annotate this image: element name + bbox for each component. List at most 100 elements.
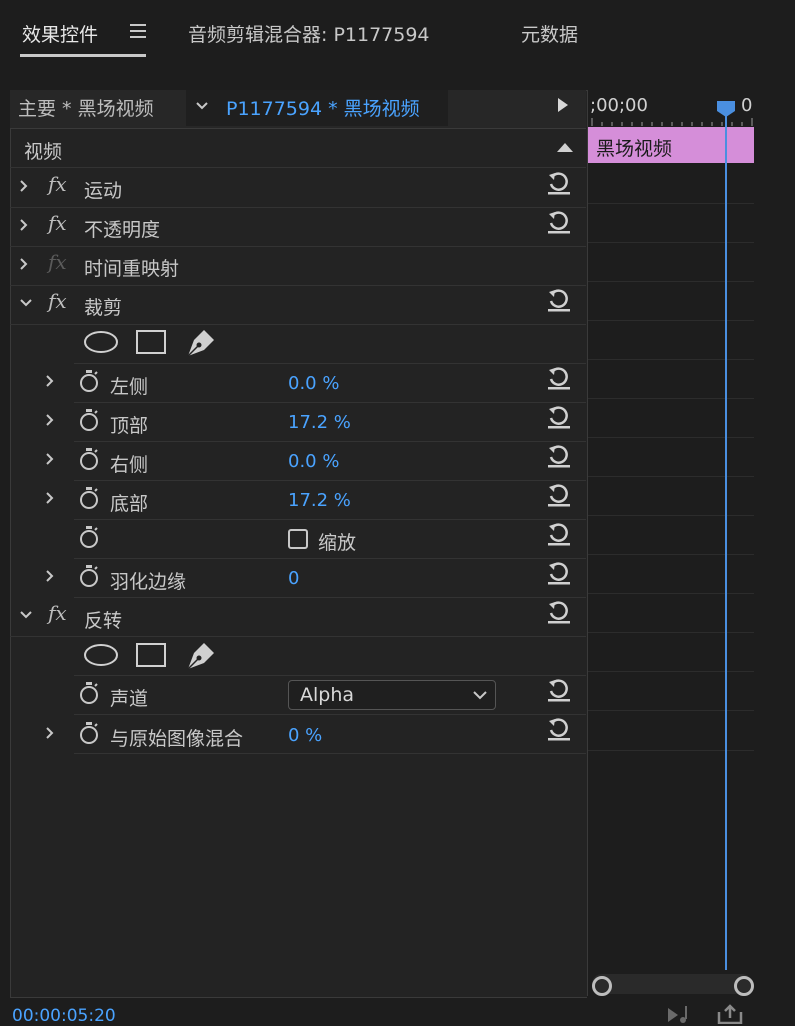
reset-icon[interactable]	[546, 521, 572, 547]
tab-effect-controls[interactable]: 效果控件	[22, 20, 98, 47]
timeline-row-divider	[588, 437, 754, 438]
master-clip-label[interactable]: 主要 * 黑场视频	[18, 94, 154, 121]
tab-metadata[interactable]: 元数据	[521, 20, 578, 47]
stopwatch-icon[interactable]	[78, 564, 100, 588]
chevron-right-icon[interactable]	[18, 219, 30, 231]
param-label-top: 顶部	[110, 415, 149, 437]
stopwatch-icon[interactable]	[78, 681, 100, 705]
timeline-row-divider	[588, 203, 754, 204]
stopwatch-icon[interactable]	[78, 721, 100, 745]
reset-icon[interactable]	[546, 599, 572, 625]
video-section-label: 视频	[24, 141, 63, 163]
chevron-down-icon[interactable]	[472, 688, 488, 702]
scrollbar-right-handle[interactable]	[734, 976, 754, 996]
param-label-left: 左侧	[110, 376, 149, 398]
reset-icon[interactable]	[546, 677, 572, 703]
timeline-zoom-scrollbar[interactable]	[592, 974, 752, 994]
reset-icon[interactable]	[546, 170, 572, 196]
timeline-row-divider	[588, 671, 754, 672]
ellipse-mask-icon[interactable]	[82, 329, 120, 355]
stopwatch-icon[interactable]	[78, 486, 100, 510]
timeline-row-divider	[588, 593, 754, 594]
sequence-clip-label[interactable]: P1177594 * 黑场视频	[226, 94, 420, 121]
stopwatch-icon[interactable]	[78, 408, 100, 432]
fx-icon[interactable]: fx	[48, 211, 67, 235]
pen-mask-icon[interactable]	[184, 639, 218, 671]
video-section-row	[10, 128, 586, 168]
param-label-zoom: 缩放	[318, 532, 357, 554]
export-frame-icon[interactable]	[716, 1004, 744, 1024]
fx-icon[interactable]: fx	[48, 172, 67, 196]
timeline-row-divider	[588, 750, 754, 751]
current-timecode[interactable]: 00:00:05:20	[12, 1006, 116, 1026]
timeline-row-divider	[588, 632, 754, 633]
tab-audio-clip-mixer[interactable]: 音频剪辑混合器: P1177594	[188, 20, 430, 47]
chevron-down-icon[interactable]	[20, 297, 32, 309]
playhead-line[interactable]	[725, 110, 727, 970]
play-audio-icon[interactable]	[666, 1004, 694, 1024]
timeline-ruler-start: ;00;00	[590, 95, 648, 116]
zoom-checkbox[interactable]	[288, 529, 308, 549]
timeline-ruler[interactable]	[590, 118, 754, 126]
chevron-right-icon[interactable]	[44, 414, 56, 426]
rectangle-mask-icon[interactable]	[134, 328, 168, 356]
chevron-right-icon[interactable]	[44, 727, 56, 739]
timeline-row-divider	[588, 476, 754, 477]
param-label-bottom: 底部	[110, 493, 149, 515]
channel-select-value: Alpha	[300, 684, 355, 706]
param-value-feather[interactable]: 0	[288, 568, 299, 589]
param-value-top[interactable]: 17.2 %	[288, 412, 351, 433]
fx-icon[interactable]: fx	[48, 601, 67, 625]
param-label-blend: 与原始图像混合	[110, 728, 244, 750]
effect-label-crop: 裁剪	[84, 297, 123, 319]
chevron-down-icon[interactable]	[194, 98, 210, 114]
menu-icon[interactable]	[130, 24, 146, 38]
play-triangle-icon[interactable]	[558, 98, 568, 112]
chevron-right-icon[interactable]	[44, 492, 56, 504]
collapse-triangle-icon[interactable]	[556, 141, 574, 153]
timeline-clip-label: 黑场视频	[596, 138, 673, 160]
stopwatch-icon[interactable]	[78, 525, 100, 549]
param-value-blend[interactable]: 0 %	[288, 725, 322, 746]
rectangle-mask-icon[interactable]	[134, 641, 168, 669]
fx-icon[interactable]: fx	[48, 289, 67, 313]
reset-icon[interactable]	[546, 404, 572, 430]
stopwatch-icon[interactable]	[78, 369, 100, 393]
chevron-down-icon[interactable]	[20, 609, 32, 621]
param-label-right: 右侧	[110, 454, 149, 476]
pen-mask-icon[interactable]	[184, 326, 218, 358]
reset-icon[interactable]	[546, 716, 572, 742]
param-value-right[interactable]: 0.0 %	[288, 451, 339, 472]
chevron-right-icon[interactable]	[44, 375, 56, 387]
chevron-right-icon[interactable]	[18, 258, 30, 270]
chevron-right-icon[interactable]	[44, 453, 56, 465]
effect-label-opacity: 不透明度	[84, 219, 161, 241]
fx-icon-disabled: fx	[48, 250, 67, 274]
param-label-channel: 声道	[110, 688, 149, 710]
param-label-feather: 羽化边缘	[110, 571, 187, 593]
timeline-row-divider	[588, 554, 754, 555]
reset-icon[interactable]	[546, 560, 572, 586]
stopwatch-icon[interactable]	[78, 447, 100, 471]
mini-timeline-panel[interactable]	[587, 90, 755, 996]
timeline-row-divider	[588, 710, 754, 711]
timeline-row-divider	[588, 281, 754, 282]
reset-icon[interactable]	[546, 365, 572, 391]
timeline-row-divider	[588, 515, 754, 516]
ellipse-mask-icon[interactable]	[82, 642, 120, 668]
timeline-row-divider	[588, 359, 754, 360]
effect-label-motion: 运动	[84, 180, 123, 202]
scrollbar-left-handle[interactable]	[592, 976, 612, 996]
effect-label-time-remap: 时间重映射	[84, 258, 180, 280]
reset-icon[interactable]	[546, 482, 572, 508]
param-value-left[interactable]: 0.0 %	[288, 373, 339, 394]
reset-icon[interactable]	[546, 287, 572, 313]
effect-label-invert: 反转	[84, 610, 123, 632]
playhead-handle-icon[interactable]	[716, 100, 736, 118]
chevron-right-icon[interactable]	[44, 570, 56, 582]
active-tab-underline	[20, 54, 146, 57]
chevron-right-icon[interactable]	[18, 180, 30, 192]
param-value-bottom[interactable]: 17.2 %	[288, 490, 351, 511]
reset-icon[interactable]	[546, 209, 572, 235]
reset-icon[interactable]	[546, 443, 572, 469]
